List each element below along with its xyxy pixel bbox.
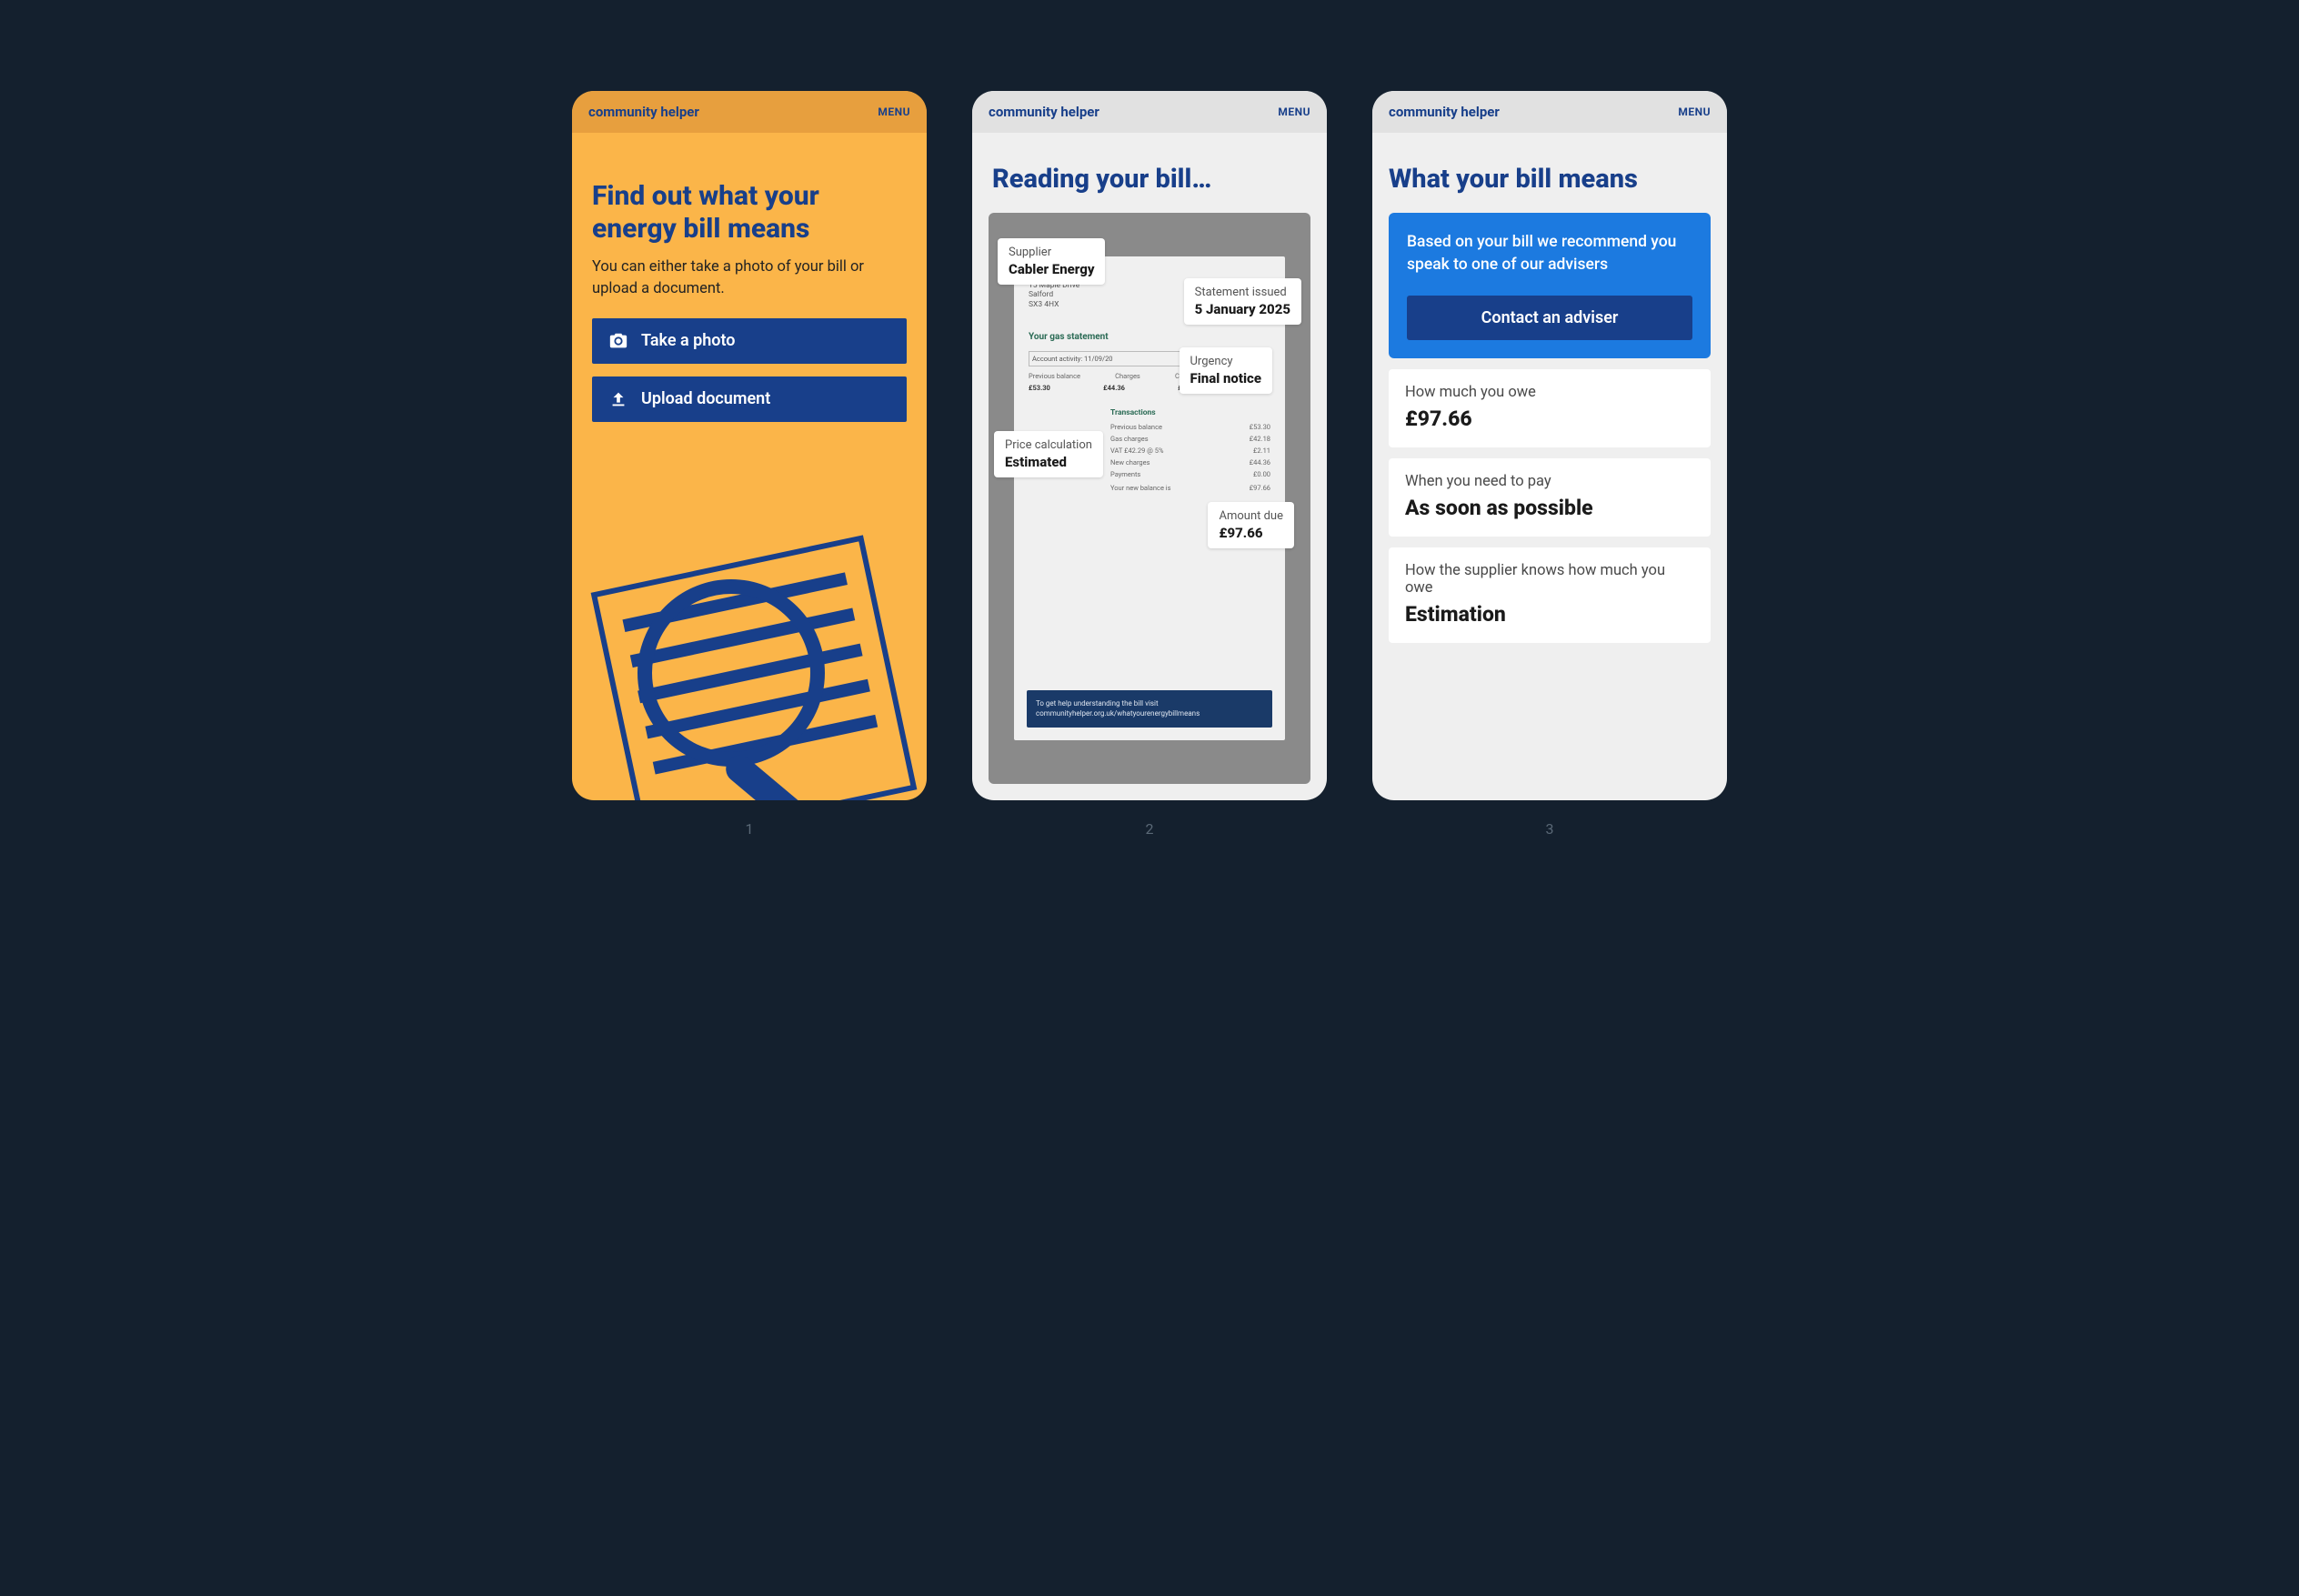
app-header: community helper MENU — [1372, 91, 1727, 133]
bill-scan-area: Daniel Robinson 15 Maple Drive Salford S… — [989, 213, 1310, 784]
bill-footer: To get help understanding the bill visit… — [1027, 690, 1272, 728]
bill-value: £53.30 — [1029, 384, 1050, 392]
callout-label: Urgency — [1190, 355, 1262, 368]
menu-button[interactable]: MENU — [878, 105, 910, 118]
app-header: community helper MENU — [572, 91, 927, 133]
card-how-supplier-knows: How the supplier knows how much you owe … — [1389, 547, 1711, 643]
callout-value: £97.66 — [1219, 525, 1283, 541]
bill-transaction-label: Previous balance — [1110, 423, 1162, 431]
bill-statement-heading: Your gas statement — [1029, 332, 1270, 342]
bill-transaction-value: £53.30 — [1250, 423, 1270, 431]
callout-urgency: Urgency Final notice — [1180, 347, 1273, 394]
bill-footer-line: To get help understanding the bill visit — [1036, 699, 1263, 708]
bill-transaction-value: £2.11 — [1253, 447, 1270, 455]
callout-value: Final notice — [1190, 370, 1262, 386]
callout-label: Supplier — [1009, 246, 1094, 259]
callout-value: Cabler Energy — [1009, 261, 1094, 277]
screen-number: 2 — [1146, 820, 1154, 838]
bill-transaction-label: Payments — [1110, 470, 1140, 478]
brand-label: community helper — [989, 104, 1099, 120]
screen-number: 3 — [1546, 820, 1554, 838]
card-amount-owed: How much you owe £97.66 — [1389, 369, 1711, 447]
menu-button[interactable]: MENU — [1278, 105, 1310, 118]
take-photo-label: Take a photo — [641, 331, 735, 350]
take-photo-button[interactable]: Take a photo — [592, 318, 907, 364]
callout-statement-issued: Statement issued 5 January 2025 — [1184, 278, 1301, 325]
bill-transaction-label: New charges — [1110, 458, 1150, 467]
page-title: Find out what your energy bill means — [592, 180, 907, 246]
page-title: What your bill means — [1389, 164, 1711, 195]
bill-transaction-value: £44.36 — [1250, 458, 1270, 467]
card-value: £97.66 — [1405, 407, 1694, 431]
upload-document-button[interactable]: Upload document — [592, 376, 907, 422]
card-label: How the supplier knows how much you owe — [1405, 562, 1694, 597]
card-value: As soon as possible — [1405, 496, 1694, 520]
bill-col-header: Charges — [1115, 372, 1140, 380]
bill-transaction-value: £42.18 — [1250, 435, 1270, 443]
bill-transactions-heading: Transactions — [1110, 408, 1270, 417]
camera-icon — [608, 331, 628, 351]
callout-label: Amount due — [1219, 509, 1283, 523]
brand-label: community helper — [588, 104, 699, 120]
bill-col-header: Previous balance — [1029, 372, 1080, 380]
callout-value: 5 January 2025 — [1195, 301, 1290, 317]
magnifier-document-illustration — [572, 518, 927, 800]
callout-supplier: Supplier Cabler Energy — [998, 238, 1105, 285]
callout-amount-due: Amount due £97.66 — [1208, 502, 1294, 548]
recommendation-panel: Based on your bill we recommend you spea… — [1389, 213, 1711, 358]
callout-label: Price calculation — [1005, 438, 1092, 452]
bill-transaction-label: Your new balance is — [1110, 484, 1171, 492]
screen-what-bill-means: community helper MENU What your bill mea… — [1372, 91, 1727, 800]
bill-transaction-value: £97.66 — [1250, 484, 1270, 492]
screen-reading-bill: community helper MENU Reading your bill…… — [972, 91, 1327, 800]
upload-document-label: Upload document — [641, 389, 770, 408]
bill-value: £44.36 — [1103, 384, 1125, 392]
card-label: How much you owe — [1405, 384, 1694, 401]
callout-label: Statement issued — [1195, 286, 1290, 299]
bill-document: Daniel Robinson 15 Maple Drive Salford S… — [1014, 256, 1285, 740]
page-subtitle: You can either take a photo of your bill… — [592, 256, 907, 300]
app-header: community helper MENU — [972, 91, 1327, 133]
bill-transaction-value: £0.00 — [1253, 470, 1270, 478]
bill-transaction-label: Gas charges — [1110, 435, 1149, 443]
callout-value: Estimated — [1005, 454, 1092, 470]
contact-adviser-button[interactable]: Contact an adviser — [1407, 296, 1692, 340]
menu-button[interactable]: MENU — [1678, 105, 1711, 118]
upload-icon — [608, 389, 628, 409]
bill-transaction-label: VAT £42.29 @ 5% — [1110, 447, 1163, 455]
screen-find-out: community helper MENU Find out what your… — [572, 91, 927, 800]
screen-number: 1 — [746, 820, 754, 838]
card-when-to-pay: When you need to pay As soon as possible — [1389, 458, 1711, 537]
recommendation-text: Based on your bill we recommend you spea… — [1407, 231, 1692, 277]
bill-footer-line: communityhelper.org.uk/whatyourenergybil… — [1036, 709, 1263, 718]
callout-price-calculation: Price calculation Estimated — [994, 431, 1103, 477]
card-label: When you need to pay — [1405, 473, 1694, 490]
page-title: Reading your bill… — [972, 133, 1327, 213]
brand-label: community helper — [1389, 104, 1500, 120]
card-value: Estimation — [1405, 602, 1694, 627]
